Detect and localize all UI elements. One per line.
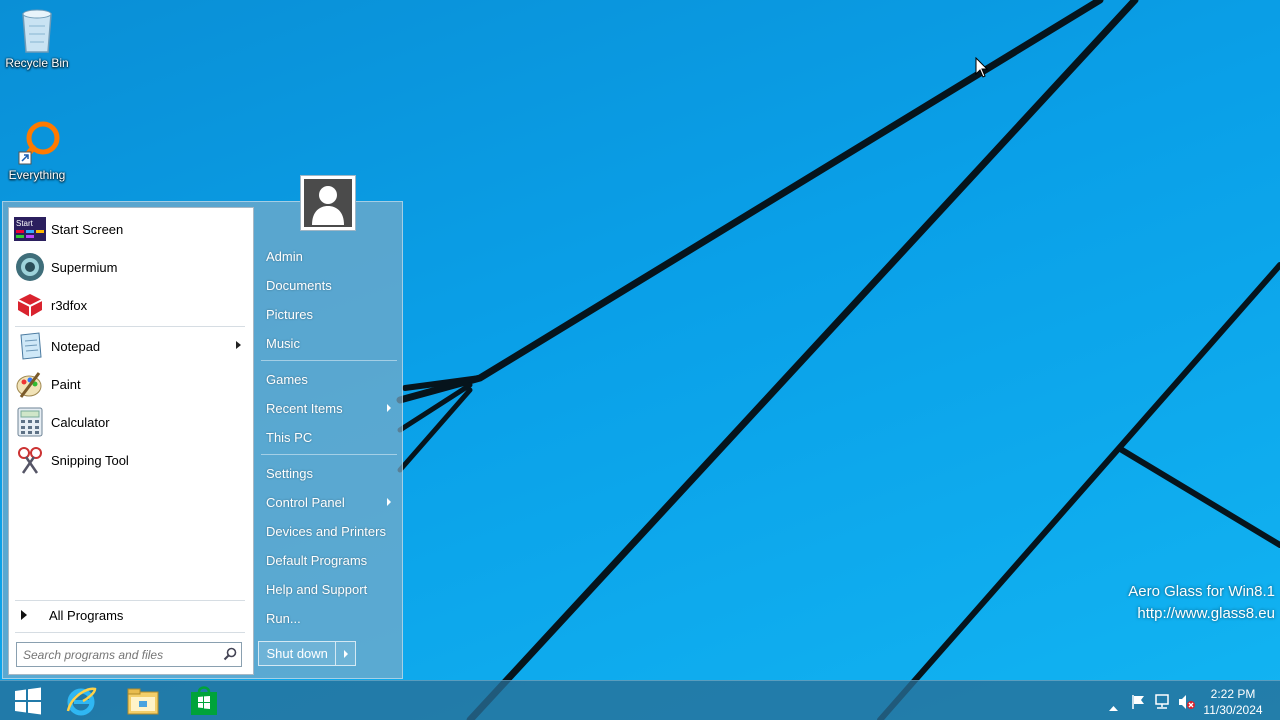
paint-icon [16, 372, 42, 398]
start-link-default-programs[interactable]: Default Programs [258, 547, 396, 573]
store-icon [191, 686, 217, 715]
mouse-cursor-icon [975, 57, 989, 78]
right-separator [261, 454, 397, 455]
link-label: Music [266, 335, 300, 351]
start-search-box[interactable] [16, 642, 242, 667]
file-explorer-icon [127, 688, 159, 715]
program-r3dfox[interactable]: r3dfox [13, 287, 249, 323]
search-separator [15, 632, 245, 633]
expand-arrow-icon [21, 610, 27, 620]
right-separator [261, 360, 397, 361]
start-link-documents[interactable]: Documents [258, 272, 396, 298]
taskbar-clock[interactable]: 2:22 PM 11/30/2024 [1198, 686, 1268, 718]
all-programs-label: All Programs [49, 607, 124, 623]
flag-icon [1132, 695, 1144, 709]
r3dfox-icon [17, 294, 43, 317]
taskbar: 2:22 PM 11/30/2024 [0, 680, 1280, 720]
snipping-tool-icon [18, 447, 42, 474]
start-link-devices-and-printers[interactable]: Devices and Printers [258, 518, 396, 544]
recycle-bin-icon [22, 9, 52, 53]
start-screen-icon: Start [14, 217, 46, 241]
start-link-recent-items[interactable]: Recent Items [258, 395, 396, 421]
link-label: Devices and Printers [266, 523, 386, 539]
calculator-icon [17, 407, 43, 437]
program-label: Supermium [51, 259, 118, 275]
program-label: r3dfox [51, 297, 88, 313]
program-label: Snipping Tool [51, 452, 129, 468]
submenu-arrow-icon[interactable] [236, 341, 241, 349]
chevron-up-icon [1109, 706, 1118, 711]
start-link-music[interactable]: Music [258, 330, 396, 356]
start-link-this-pc[interactable]: This PC [258, 424, 396, 450]
program-label: Start Screen [51, 221, 124, 237]
shutdown-button[interactable]: Shut down [259, 642, 335, 665]
watermark-line-1: Aero Glass for Win8.1 [1128, 583, 1275, 600]
shutdown-options-button[interactable] [335, 642, 355, 665]
program-start-screen[interactable]: Start Start Screen [13, 211, 249, 247]
start-link-help-and-support[interactable]: Help and Support [258, 576, 396, 602]
svg-text:Start: Start [16, 219, 34, 228]
link-label: Default Programs [266, 552, 368, 568]
program-supermium[interactable]: Supermium [13, 249, 249, 285]
link-label: Help and Support [266, 581, 368, 597]
pinned-separator [15, 326, 245, 327]
program-snipping-tool[interactable]: Snipping Tool [13, 442, 249, 478]
program-notepad[interactable]: Notepad [13, 328, 249, 364]
notepad-icon [20, 332, 42, 360]
link-label: Settings [266, 465, 313, 481]
start-link-settings[interactable]: Settings [258, 460, 396, 486]
internet-explorer-icon [66, 687, 97, 716]
clock-date: 11/30/2024 [1203, 703, 1263, 717]
start-menu-programs-pane: Start Start Screen Supermium r3dfox Note… [8, 207, 254, 675]
volume-muted-icon [1179, 695, 1195, 709]
link-label: Recent Items [266, 400, 343, 416]
network-status-button[interactable] [1154, 694, 1170, 715]
show-hidden-icons-button[interactable] [1109, 698, 1118, 716]
everything-search-icon [18, 121, 60, 165]
desktop-icon-recycle-bin[interactable]: Recycle Bin [0, 6, 74, 70]
link-label: Control Panel [266, 494, 345, 510]
program-label: Notepad [51, 338, 101, 354]
link-label: Documents [266, 277, 332, 293]
link-label: Run... [266, 610, 301, 626]
search-input[interactable] [17, 643, 217, 666]
program-paint[interactable]: Paint [13, 366, 249, 402]
start-link-run[interactable]: Run... [258, 605, 396, 631]
clock-time: 2:22 PM [1210, 687, 1256, 701]
taskbar-file-explorer[interactable] [115, 681, 171, 720]
action-center-button[interactable] [1131, 694, 1147, 715]
network-icon [1155, 694, 1169, 709]
user-avatar-icon [312, 186, 344, 225]
start-button[interactable] [0, 681, 56, 720]
all-programs-separator [15, 600, 245, 601]
start-link-control-panel[interactable]: Control Panel [258, 489, 396, 515]
program-calculator[interactable]: Calculator [13, 404, 249, 440]
taskbar-internet-explorer[interactable] [53, 681, 109, 720]
supermium-icon [16, 253, 44, 281]
submenu-arrow-icon [387, 404, 391, 412]
start-link-games[interactable]: Games [258, 366, 396, 392]
volume-button[interactable] [1178, 694, 1196, 715]
desktop-icon-everything[interactable]: Everything [0, 120, 74, 182]
aero-glass-watermark: Aero Glass for Win8.1 http://www.glass8.… [1128, 581, 1275, 625]
search-icon[interactable] [223, 647, 237, 661]
link-label: Games [266, 371, 308, 387]
program-label: Calculator [51, 414, 110, 430]
link-label: Pictures [266, 306, 313, 322]
taskbar-store[interactable] [176, 681, 232, 720]
watermark-line-2: http://www.glass8.eu [1137, 605, 1275, 622]
shutdown-button-group: Shut down [258, 641, 356, 666]
all-programs-button[interactable]: All Programs [13, 604, 249, 626]
submenu-arrow-icon [387, 498, 391, 506]
desktop-icon-label: Everything [8, 168, 66, 182]
link-label: This PC [266, 429, 313, 445]
user-picture[interactable] [300, 175, 356, 231]
chevron-right-icon [343, 649, 348, 658]
link-label: Admin [266, 248, 303, 264]
start-button-icon [15, 687, 41, 715]
start-link-pictures[interactable]: Pictures [258, 301, 396, 327]
program-label: Paint [51, 376, 81, 392]
desktop-icon-label: Recycle Bin [5, 56, 69, 70]
start-link-admin[interactable]: Admin [258, 243, 396, 269]
